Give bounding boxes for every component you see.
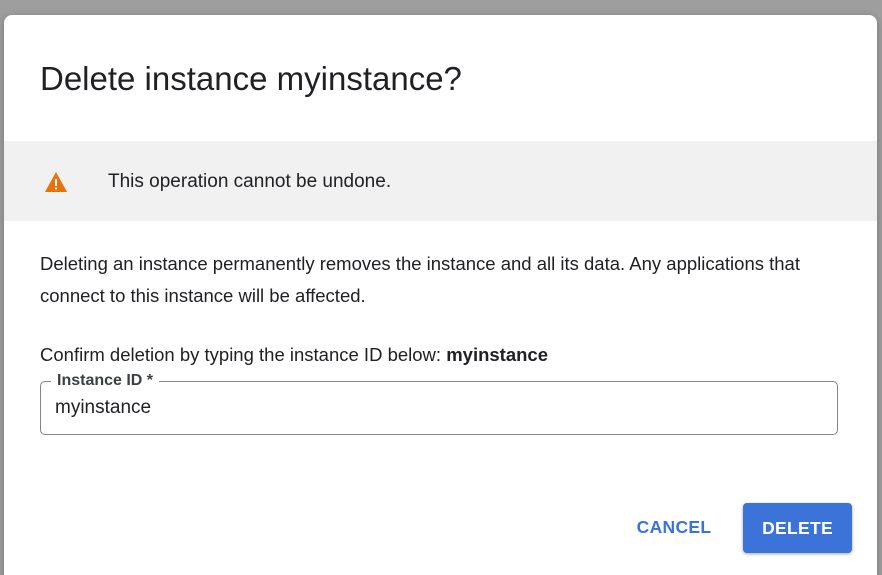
cancel-button[interactable]: CANCEL <box>620 503 728 551</box>
dialog-description: Deleting an instance permanently removes… <box>40 253 800 306</box>
instance-id-field[interactable]: Instance ID * <box>40 371 838 435</box>
warning-icon <box>45 172 67 192</box>
dialog-title: Delete instance myinstance? <box>40 60 462 97</box>
delete-button[interactable]: DELETE <box>743 503 852 553</box>
instance-id-input[interactable] <box>55 392 815 424</box>
delete-instance-dialog: Delete instance myinstance? This operati… <box>4 15 877 575</box>
warning-text: This operation cannot be undone. <box>108 171 392 192</box>
confirm-instance-id: myinstance <box>446 344 548 365</box>
warning-banner: This operation cannot be undone. <box>4 141 877 221</box>
instance-id-label: Instance ID * <box>51 371 160 391</box>
confirm-prompt: Confirm deletion by typing the instance … <box>40 343 548 367</box>
confirm-prompt-text: Confirm deletion by typing the instance … <box>40 344 442 365</box>
